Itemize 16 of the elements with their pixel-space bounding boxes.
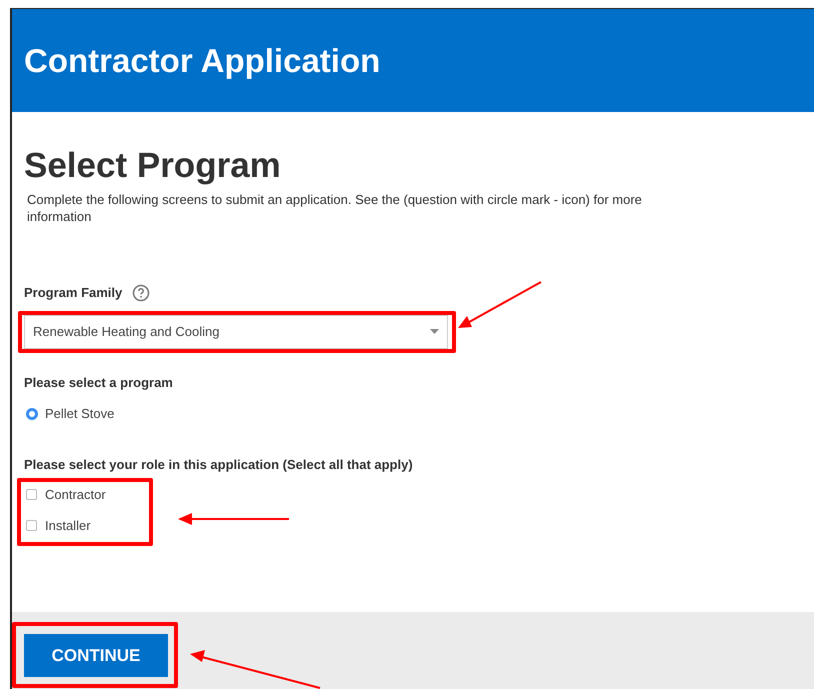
field-label: Please select your role in this application (Select all that apply) <box>24 456 414 474</box>
program-family-select[interactable]: Renewable Heating and Cooling <box>24 314 448 348</box>
checkbox[interactable] <box>26 520 37 531</box>
page-description: Complete the following screens to submit an application. See the (question with circle mark - icon) for more information <box>27 191 643 225</box>
field-label: Program Family <box>24 284 122 302</box>
page-heading: Select Program <box>24 146 282 186</box>
caret-icon <box>430 329 439 334</box>
checkbox[interactable] <box>26 489 37 500</box>
field-label: Please select a program <box>24 374 174 392</box>
checkbox-label: Contractor <box>45 486 106 504</box>
radio-button[interactable] <box>26 408 38 420</box>
checkbox-label: Installer <box>45 516 91 534</box>
app-title: Contractor Application <box>24 40 380 81</box>
help-icon[interactable] <box>132 284 150 302</box>
continue-button[interactable]: CONTINUE <box>24 634 168 677</box>
radio-label: Pellet Stove <box>45 405 114 423</box>
